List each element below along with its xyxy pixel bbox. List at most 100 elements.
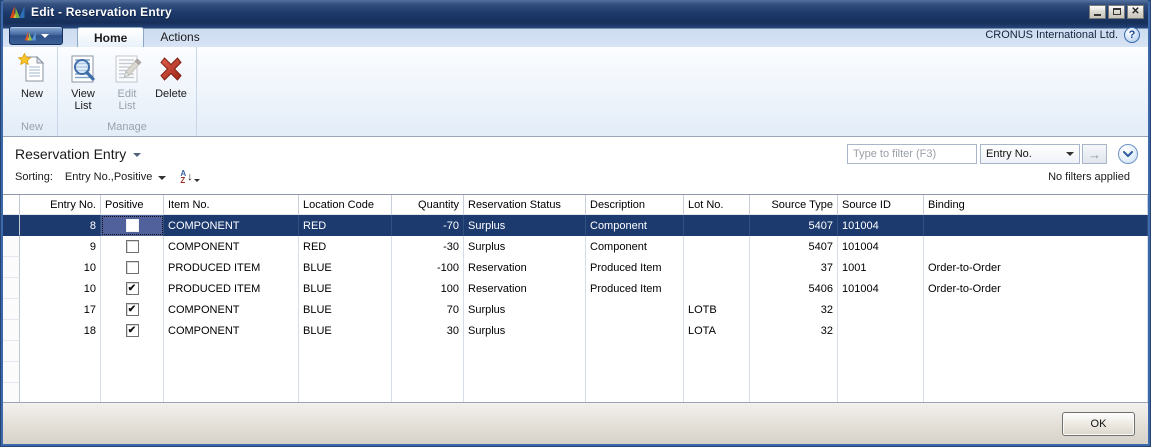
new-button[interactable]: New (10, 50, 54, 101)
cell-binding[interactable]: Order-to-Order (924, 278, 1148, 299)
filter-column-select[interactable]: Entry No. (980, 144, 1080, 164)
edit-list-button[interactable]: Edit List (105, 50, 149, 113)
column-header-source_type[interactable]: Source Type (750, 195, 838, 215)
chevron-down-icon[interactable] (133, 153, 142, 157)
page-title[interactable]: Reservation Entry (15, 146, 126, 162)
table-row[interactable]: 9 COMPONENT RED -30 Surplus Component 5407 1010… (3, 236, 1148, 257)
cell-item_no[interactable]: COMPONENT (164, 236, 299, 257)
cell-entry_no[interactable]: 10 (20, 257, 101, 278)
cell-description[interactable]: Produced Item (586, 257, 684, 278)
positive-checkbox[interactable]: ✔ (125, 303, 139, 316)
grid-corner-cell[interactable] (3, 195, 20, 215)
cell-binding[interactable] (924, 215, 1148, 236)
cell-reservation_status[interactable]: Surplus (464, 320, 586, 341)
cell-reservation_status[interactable]: Surplus (464, 236, 586, 257)
cell-quantity[interactable]: 70 (392, 299, 464, 320)
cell-source_type[interactable]: 32 (750, 320, 838, 341)
cell-location_code[interactable]: RED (299, 236, 392, 257)
view-list-button[interactable]: View List (61, 50, 105, 113)
row-selector[interactable] (3, 236, 20, 257)
cell-description[interactable]: Produced Item (586, 278, 684, 299)
cell-positive[interactable]: ✔ (101, 320, 164, 341)
cell-positive[interactable]: ✔ (101, 299, 164, 320)
cell-source_type[interactable]: 32 (750, 299, 838, 320)
cell-location_code[interactable]: BLUE (299, 299, 392, 320)
cell-quantity[interactable]: -30 (392, 236, 464, 257)
positive-checkbox[interactable] (125, 261, 139, 274)
cell-description[interactable] (586, 320, 684, 341)
ok-button[interactable]: OK (1062, 411, 1135, 436)
row-selector[interactable] (3, 278, 20, 299)
cell-quantity[interactable]: -100 (392, 257, 464, 278)
cell-quantity[interactable]: -70 (392, 215, 464, 236)
cell-entry_no[interactable]: 9 (20, 236, 101, 257)
table-row[interactable]: 18 ✔ COMPONENT BLUE 30 Surplus LOTA 32 (3, 320, 1148, 341)
chevron-down-icon[interactable] (158, 176, 167, 180)
column-header-location_code[interactable]: Location Code (299, 195, 392, 215)
delete-button[interactable]: Delete (149, 50, 193, 101)
minimize-button[interactable] (1089, 4, 1106, 19)
apply-filter-button[interactable]: → (1082, 144, 1107, 164)
cell-location_code[interactable]: BLUE (299, 257, 392, 278)
column-header-reservation_status[interactable]: Reservation Status (464, 195, 586, 215)
cell-item_no[interactable]: COMPONENT (164, 320, 299, 341)
cell-binding[interactable] (924, 299, 1148, 320)
cell-quantity[interactable]: 100 (392, 278, 464, 299)
cell-reservation_status[interactable]: Surplus (464, 215, 586, 236)
cell-lot_no[interactable] (684, 257, 750, 278)
cell-lot_no[interactable] (684, 236, 750, 257)
column-header-description[interactable]: Description (586, 195, 684, 215)
sorting-value[interactable]: Entry No.,Positive (65, 171, 152, 183)
cell-reservation_status[interactable]: Reservation (464, 257, 586, 278)
row-selector[interactable] (3, 299, 20, 320)
cell-source_type[interactable]: 5407 (750, 236, 838, 257)
table-row[interactable]: 10 ✔ PRODUCED ITEM BLUE 100 Reservation Produc… (3, 278, 1148, 299)
column-header-source_id[interactable]: Source ID (838, 195, 924, 215)
cell-location_code[interactable]: RED (299, 215, 392, 236)
column-header-lot_no[interactable]: Lot No. (684, 195, 750, 215)
filter-input[interactable] (847, 144, 977, 164)
cell-source_type[interactable]: 5407 (750, 215, 838, 236)
cell-item_no[interactable]: COMPONENT (164, 299, 299, 320)
cell-positive[interactable] (101, 257, 164, 278)
cell-reservation_status[interactable]: Reservation (464, 278, 586, 299)
table-row[interactable]: 8 COMPONENT RED -70 Surplus Component 5407 1010… (3, 215, 1148, 236)
application-menu-button[interactable] (9, 26, 63, 45)
table-row[interactable]: 17 ✔ COMPONENT BLUE 70 Surplus LOTB 32 (3, 299, 1148, 320)
cell-binding[interactable] (924, 320, 1148, 341)
cell-source_id[interactable] (838, 299, 924, 320)
cell-description[interactable] (586, 299, 684, 320)
sort-az-icon[interactable]: AZ ↓ (180, 170, 200, 185)
cell-reservation_status[interactable]: Surplus (464, 299, 586, 320)
column-header-entry_no[interactable]: Entry No. (20, 195, 101, 215)
cell-lot_no[interactable]: LOTB (684, 299, 750, 320)
cell-lot_no[interactable] (684, 215, 750, 236)
cell-item_no[interactable]: PRODUCED ITEM (164, 257, 299, 278)
column-header-binding[interactable]: Binding (924, 195, 1148, 215)
column-header-positive[interactable]: Positive (101, 195, 164, 215)
positive-checkbox[interactable]: ✔ (125, 324, 139, 337)
tab-home[interactable]: Home (77, 27, 145, 47)
cell-entry_no[interactable]: 8 (20, 215, 101, 236)
cell-location_code[interactable]: BLUE (299, 278, 392, 299)
cell-item_no[interactable]: COMPONENT (164, 215, 299, 236)
cell-quantity[interactable]: 30 (392, 320, 464, 341)
cell-item_no[interactable]: PRODUCED ITEM (164, 278, 299, 299)
cell-source_id[interactable]: 101004 (838, 278, 924, 299)
close-button[interactable]: ✕ (1127, 4, 1144, 19)
tab-actions[interactable]: Actions (144, 27, 215, 47)
cell-entry_no[interactable]: 17 (20, 299, 101, 320)
row-selector[interactable] (3, 320, 20, 341)
cell-description[interactable]: Component (586, 215, 684, 236)
cell-source_id[interactable]: 1001 (838, 257, 924, 278)
row-selector[interactable] (3, 215, 20, 236)
cell-source_id[interactable]: 101004 (838, 236, 924, 257)
help-icon[interactable]: ? (1124, 27, 1140, 43)
cell-positive[interactable] (101, 215, 164, 236)
row-selector[interactable] (3, 257, 20, 278)
cell-lot_no[interactable]: LOTA (684, 320, 750, 341)
table-row[interactable]: 10 PRODUCED ITEM BLUE -100 Reservation Produc… (3, 257, 1148, 278)
positive-checkbox[interactable] (125, 219, 139, 232)
cell-binding[interactable] (924, 236, 1148, 257)
cell-source_id[interactable] (838, 320, 924, 341)
